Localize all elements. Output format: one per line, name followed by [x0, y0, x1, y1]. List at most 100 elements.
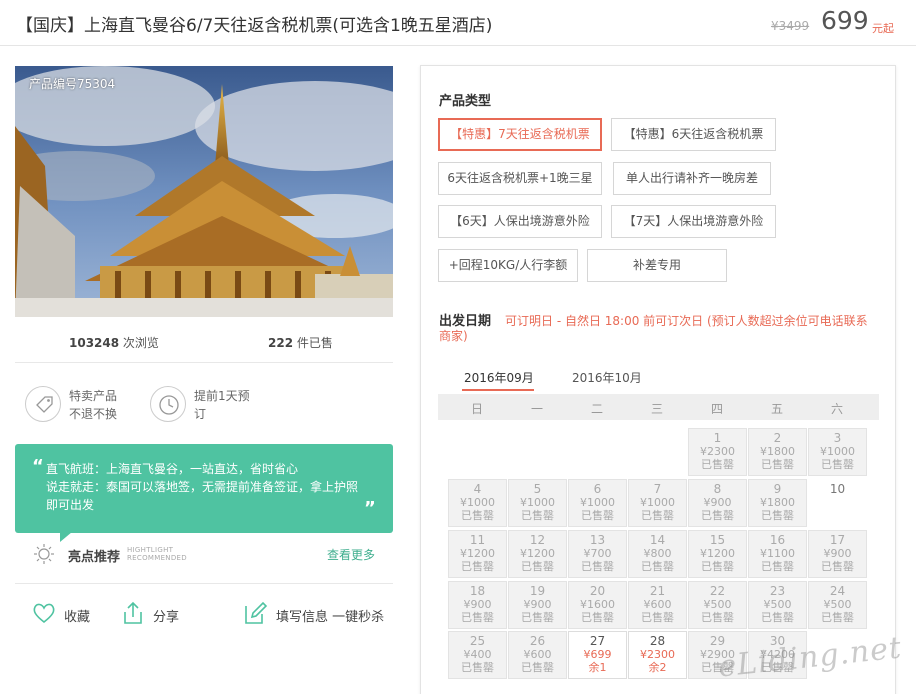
product-option[interactable]: 单人出行请补齐一晚房差	[613, 162, 771, 195]
day-status: 已售罄	[641, 509, 674, 522]
month-tab-oct[interactable]: 2016年10月	[572, 369, 642, 386]
active-month-indicator	[462, 389, 534, 391]
product-option[interactable]: 补差专用	[587, 249, 727, 282]
favorite-label[interactable]: 收藏	[64, 606, 90, 625]
current-price: 699	[821, 6, 869, 35]
day-number: 9	[773, 482, 782, 496]
day-number: 6	[593, 482, 602, 496]
day-price: ¥1200	[700, 547, 735, 560]
highlight-label: 亮点推荐	[68, 550, 121, 565]
day-number: 30	[769, 634, 786, 648]
favorite-button[interactable]	[31, 600, 57, 630]
divider	[15, 362, 393, 363]
day-status: 已售罄	[521, 560, 554, 573]
edit-icon	[245, 601, 268, 624]
day-number: 11	[469, 533, 486, 547]
day-price: ¥1100	[760, 547, 795, 560]
day-status: 已售罄	[701, 661, 734, 674]
day-number: 3	[833, 431, 842, 445]
day-number: 13	[589, 533, 606, 547]
product-title: 【国庆】上海直飞曼谷6/7天往返含税机票(可选含1晚五星酒店)	[16, 16, 493, 36]
day-price: ¥2300	[640, 648, 675, 661]
feature-line: 提前1天预	[194, 389, 250, 403]
calendar-day: 21 ¥600 已售罄	[628, 581, 687, 629]
product-type-title: 产品类型	[439, 94, 492, 109]
fill-info-label[interactable]: 填写信息 一键秒杀	[276, 606, 384, 625]
day-price: ¥700	[583, 547, 612, 560]
day-status: 已售罄	[581, 611, 614, 624]
highlight-line: 说走就走：泰国可以落地签，无需提前准备签证，拿上护照	[46, 480, 359, 494]
day-number: 12	[529, 533, 546, 547]
day-price: ¥500	[703, 598, 732, 611]
open-quote-icon: “	[32, 456, 44, 477]
highlight-label-en-line: RECOMMENDED	[127, 554, 187, 562]
clock-icon	[150, 386, 186, 422]
day-status: 已售罄	[701, 509, 734, 522]
day-status: 已售罄	[641, 611, 674, 624]
price-unit: 元起	[872, 22, 894, 35]
calendar-day: 1 ¥2300 已售罄	[688, 428, 747, 476]
day-price: ¥2300	[700, 445, 735, 458]
see-more-link[interactable]: 查看更多	[327, 546, 375, 563]
calendar-day: 17 ¥900 已售罄	[808, 530, 867, 578]
page: 【国庆】上海直飞曼谷6/7天往返含税机票(可选含1晚五星酒店) ¥3499 69…	[0, 0, 916, 694]
day-price: ¥1600	[580, 598, 615, 611]
weekday-label: 三	[650, 402, 663, 416]
product-option[interactable]: 【6天】人保出境游意外险	[438, 205, 602, 238]
day-number: 7	[653, 482, 662, 496]
day-status: 已售罄	[521, 661, 554, 674]
day-price: ¥600	[523, 648, 552, 661]
day-status: 已售罄	[461, 661, 494, 674]
day-status: 已售罄	[581, 509, 614, 522]
day-status: 已售罄	[461, 611, 494, 624]
feature-line: 订	[194, 407, 207, 421]
day-status: 已售罄	[521, 611, 554, 624]
day-number: 15	[709, 533, 726, 547]
day-price: ¥1000	[460, 496, 495, 509]
day-status: 已售罄	[641, 560, 674, 573]
calendar-day: 14 ¥800 已售罄	[628, 530, 687, 578]
month-tab-sep[interactable]: 2016年09月	[464, 369, 534, 386]
departure-note: 可订明日 - 自然日 18:00 前可订次日 (预订人数超过余位可电话联系商家)	[439, 314, 868, 343]
day-price: ¥4200	[760, 648, 795, 661]
departure-date-header: 出发日期 可订明日 - 自然日 18:00 前可订次日 (预订人数超过余位可电话联…	[439, 314, 879, 344]
day-status: 已售罄	[821, 611, 854, 624]
product-option[interactable]: 6天往返含税机票+1晚三星	[438, 162, 602, 195]
day-status: 已售罄	[701, 560, 734, 573]
day-number: 26	[529, 634, 546, 648]
day-number: 8	[713, 482, 722, 496]
calendar-day-available[interactable]: 27 ¥699 余1	[568, 631, 627, 679]
temple-photo	[15, 66, 393, 317]
calendar-day: 23 ¥500 已售罄	[748, 581, 807, 629]
day-price: ¥2900	[700, 648, 735, 661]
feature-line: 特卖产品	[69, 389, 118, 403]
weekday-label: 五	[770, 402, 783, 416]
tag-icon	[25, 386, 61, 422]
product-option[interactable]: +回程10KG/人行李额	[438, 249, 578, 282]
product-option[interactable]: 【特惠】7天往返含税机票	[438, 118, 602, 151]
highlight-label-en: HIGHTLIGHT RECOMMENDED	[127, 546, 187, 562]
calendar-day: 16 ¥1100 已售罄	[748, 530, 807, 578]
calendar-day-available[interactable]: 28 ¥2300 余2	[628, 631, 687, 679]
day-number: 14	[649, 533, 666, 547]
share-button[interactable]	[120, 600, 146, 630]
day-number: 28	[649, 634, 666, 648]
day-price: ¥400	[463, 648, 492, 661]
departure-date-label: 出发日期	[439, 314, 492, 329]
product-option[interactable]: 【特惠】6天往返含税机票	[611, 118, 776, 151]
calendar-day: 29 ¥2900 已售罄	[688, 631, 747, 679]
calendar-day: 7 ¥1000 已售罄	[628, 479, 687, 527]
views-count: 103248	[69, 336, 120, 350]
day-number: 22	[709, 584, 726, 598]
calendar-day: 2 ¥1800 已售罄	[748, 428, 807, 476]
day-number: 4	[473, 482, 482, 496]
day-status: 余1	[588, 661, 607, 674]
product-option[interactable]: 【7天】人保出境游意外险	[611, 205, 776, 238]
calendar-day: 5 ¥1000 已售罄	[508, 479, 567, 527]
day-price: ¥1000	[640, 496, 675, 509]
highlight-line: 直飞航班：上海直飞曼谷，一站直达，省时省心	[46, 462, 299, 476]
share-label[interactable]: 分享	[153, 606, 179, 625]
day-number: 21	[649, 584, 666, 598]
weekday-label: 二	[590, 402, 603, 416]
fill-info-button[interactable]	[242, 600, 268, 630]
